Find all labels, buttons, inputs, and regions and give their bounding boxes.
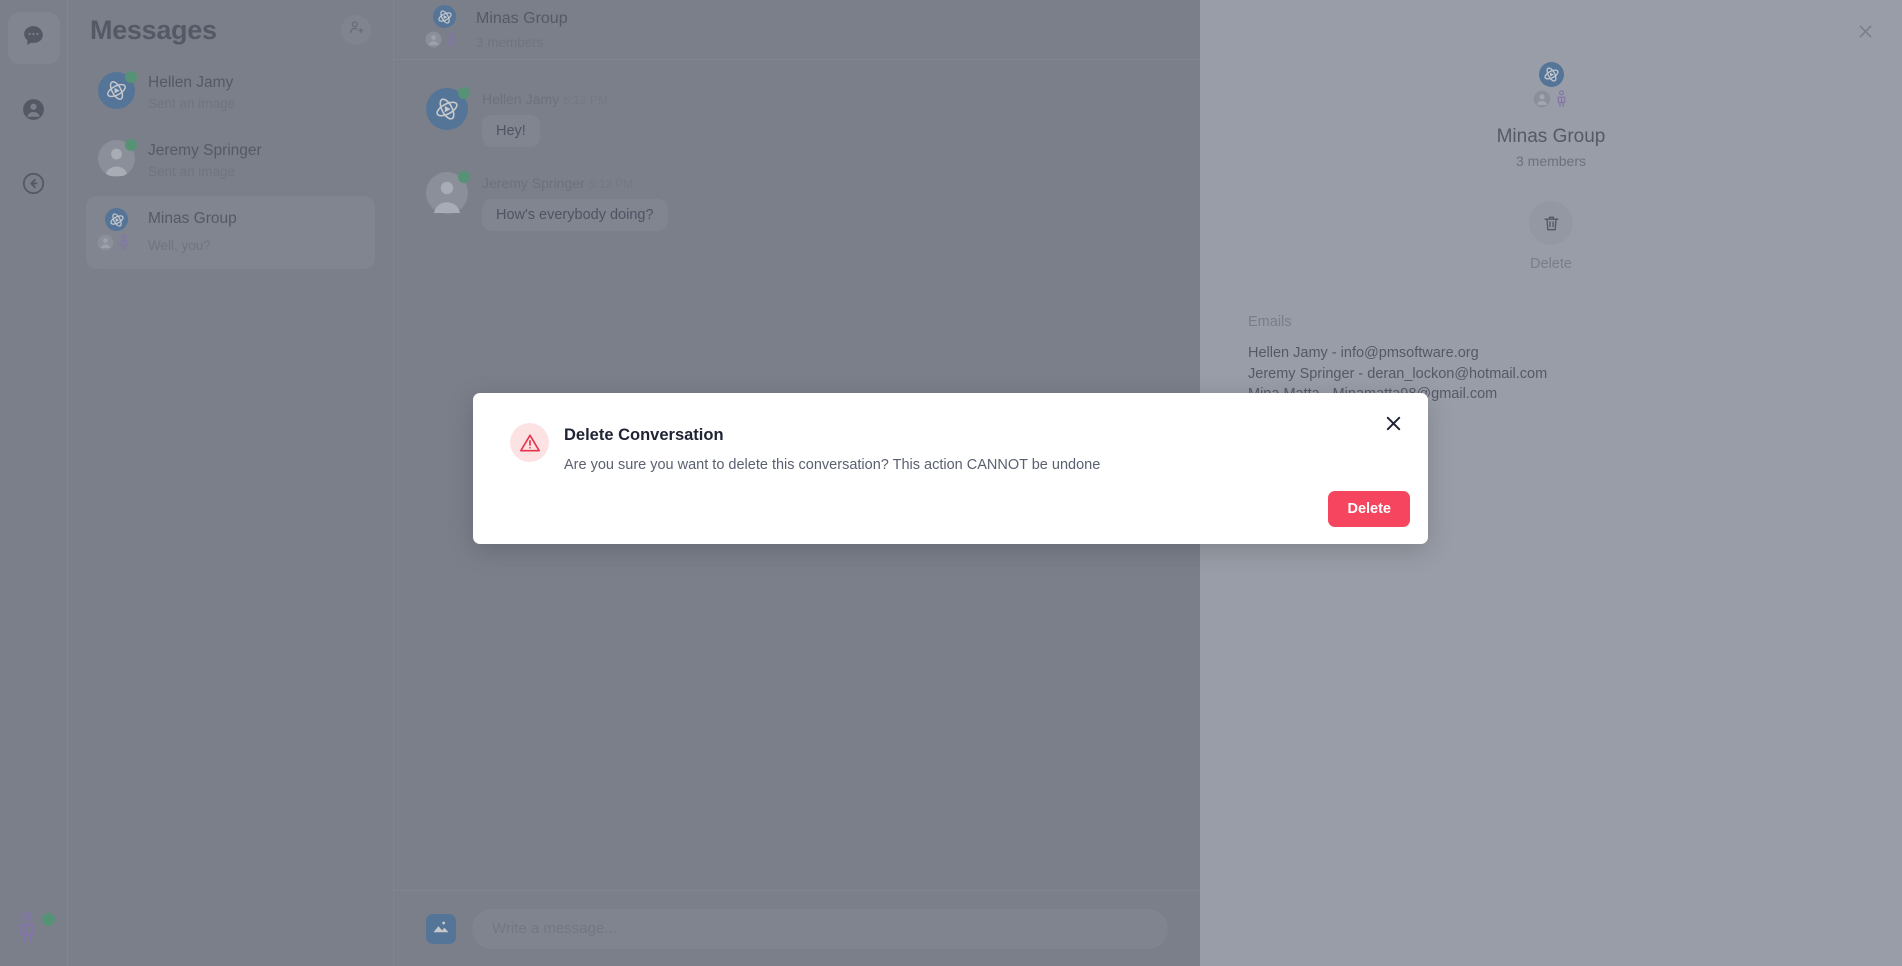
delete-conversation-modal: Delete Conversation Are you sure you wan… xyxy=(473,393,1428,544)
close-icon xyxy=(1383,413,1404,439)
modal-title: Delete Conversation xyxy=(564,426,724,444)
warning-triangle-icon xyxy=(510,423,549,462)
confirm-delete-button[interactable]: Delete xyxy=(1328,491,1410,527)
modal-close-button[interactable] xyxy=(1380,413,1406,439)
modal-message: Are you sure you want to delete this con… xyxy=(564,457,1101,473)
